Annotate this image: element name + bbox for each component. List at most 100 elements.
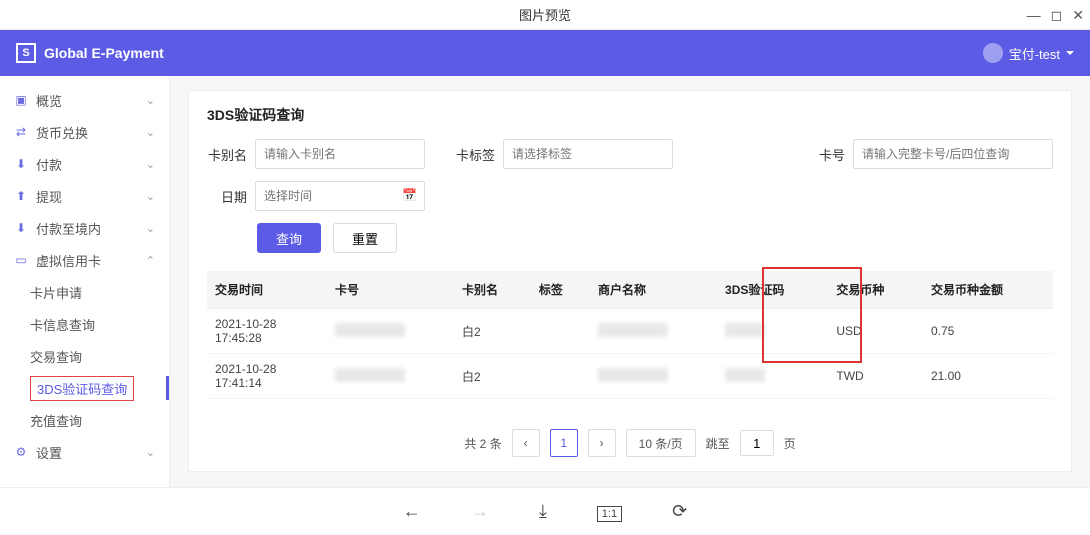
sidebar-label: 虚拟信用卡 xyxy=(36,251,101,270)
chevron-down-icon: ⌄ xyxy=(146,190,155,203)
sidebar-label: 付款 xyxy=(36,155,62,174)
redacted xyxy=(725,323,765,337)
chevron-down-icon: ⌄ xyxy=(146,94,155,107)
user-name: 宝付-test xyxy=(1009,44,1060,63)
brand[interactable]: S Global E-Payment xyxy=(16,43,164,63)
date-input[interactable] xyxy=(255,181,425,211)
form-group-date: 日期 📅 xyxy=(207,181,425,211)
cell-tag xyxy=(531,354,590,399)
table-row: 2021-10-28 17:45:28 白2 USD 0.75 xyxy=(207,309,1053,354)
sidebar-sub-label: 卡信息查询 xyxy=(30,315,95,334)
col-cardno: 卡号 xyxy=(327,271,454,309)
cell-currency: TWD xyxy=(828,354,923,399)
sidebar-sub-label: 充值查询 xyxy=(30,411,82,430)
cell-merchant xyxy=(590,309,717,354)
col-currency: 交易币种 xyxy=(828,271,923,309)
calendar-icon: 📅 xyxy=(402,188,417,202)
table-row: 2021-10-28 17:41:14 白2 TWD 21.00 xyxy=(207,354,1053,399)
reset-button[interactable]: 重置 xyxy=(333,223,397,253)
actual-size-icon[interactable]: 1:1 xyxy=(597,501,622,522)
results-table: 交易时间 卡号 卡别名 标签 商户名称 3DS验证码 交易币种 交易币种金额 2 xyxy=(207,271,1053,399)
user-menu[interactable]: 宝付-test xyxy=(983,43,1074,63)
window-controls: — ◻ ✕ xyxy=(1027,0,1084,30)
table-wrapper: 交易时间 卡号 卡别名 标签 商户名称 3DS验证码 交易币种 交易币种金额 2 xyxy=(207,271,1053,399)
sidebar-sub-3ds[interactable]: 3DS验证码查询 xyxy=(0,372,169,404)
pager-total: 共 2 条 xyxy=(464,435,501,452)
sidebar-sub-apply[interactable]: 卡片申请 xyxy=(0,276,169,308)
cell-3dscode xyxy=(717,354,828,399)
redacted xyxy=(598,323,668,337)
chevron-down-icon: ⌄ xyxy=(146,446,155,459)
cardno-label: 卡号 xyxy=(805,145,845,164)
redacted xyxy=(725,368,765,382)
maximize-icon[interactable]: ◻ xyxy=(1051,7,1063,24)
sidebar-item-domestic[interactable]: ⬇付款至境内⌄ xyxy=(0,212,169,244)
viewer-toolbar: ← → ⤓ 1:1 ⟳ xyxy=(0,487,1090,535)
alias-input[interactable] xyxy=(255,139,425,169)
pager-jump-input[interactable] xyxy=(740,430,774,456)
redacted xyxy=(598,368,668,382)
date-label: 日期 xyxy=(207,187,247,206)
sidebar-label: 付款至境内 xyxy=(36,219,101,238)
cell-amount: 21.00 xyxy=(923,354,1053,399)
date-picker[interactable]: 📅 xyxy=(255,181,425,211)
arrow-down-icon: ⬇ xyxy=(14,157,28,171)
pager-page-1[interactable]: 1 xyxy=(550,429,578,457)
pager-size-select[interactable]: 10 条/页 xyxy=(626,429,696,457)
tag-label: 卡标签 xyxy=(455,145,495,164)
sidebar-sub-recharge[interactable]: 充值查询 xyxy=(0,404,169,436)
next-icon[interactable]: → xyxy=(471,501,489,522)
content-card: 3DS验证码查询 卡别名 卡标签 卡号 日期 xyxy=(188,90,1072,472)
cardno-input[interactable] xyxy=(853,139,1053,169)
brand-name: Global E-Payment xyxy=(44,45,164,61)
form-actions: 查询 重置 xyxy=(257,223,1053,253)
cell-tag xyxy=(531,309,590,354)
col-amount: 交易币种金额 xyxy=(923,271,1053,309)
chevron-down-icon xyxy=(1066,51,1074,55)
sidebar-item-settings[interactable]: ⚙设置⌄ xyxy=(0,436,169,468)
cell-cardno xyxy=(327,354,454,399)
sidebar-item-exchange[interactable]: ⇄ 货币兑换 ⌄ xyxy=(0,116,169,148)
chevron-up-icon: ⌃ xyxy=(146,254,155,267)
search-button[interactable]: 查询 xyxy=(257,223,321,253)
window-titlebar: 图片预览 — ◻ ✕ xyxy=(0,0,1090,30)
pager-next[interactable]: › xyxy=(588,429,616,457)
sidebar-sub-label: 3DS验证码查询 xyxy=(30,376,134,401)
tag-input[interactable] xyxy=(503,139,673,169)
sidebar-item-vcard[interactable]: ▭ 虚拟信用卡 ⌃ xyxy=(0,244,169,276)
exchange-icon: ⇄ xyxy=(14,125,28,139)
alias-label: 卡别名 xyxy=(207,145,247,164)
minimize-icon[interactable]: — xyxy=(1027,7,1041,23)
sidebar-item-withdraw[interactable]: ⬆提现⌄ xyxy=(0,180,169,212)
chevron-down-icon: ⌄ xyxy=(146,126,155,139)
gear-icon: ⚙ xyxy=(14,445,28,459)
cell-amount: 0.75 xyxy=(923,309,1053,354)
arrow-down-icon: ⬇ xyxy=(14,221,28,235)
col-tag: 标签 xyxy=(531,271,590,309)
grid-icon: ▣ xyxy=(14,93,28,107)
refresh-icon[interactable]: ⟳ xyxy=(672,501,687,522)
main-content: 3DS验证码查询 卡别名 卡标签 卡号 日期 xyxy=(170,76,1090,487)
sidebar-sub-transactions[interactable]: 交易查询 xyxy=(0,340,169,372)
cell-currency: USD xyxy=(828,309,923,354)
previous-icon[interactable]: ← xyxy=(403,501,421,522)
pager-prev[interactable]: ‹ xyxy=(512,429,540,457)
sidebar-sub-label: 交易查询 xyxy=(30,347,82,366)
col-merchant: 商户名称 xyxy=(590,271,717,309)
close-icon[interactable]: ✕ xyxy=(1072,7,1084,24)
download-icon[interactable]: ⤓ xyxy=(539,501,547,522)
redacted xyxy=(335,323,405,337)
redacted xyxy=(335,368,405,382)
sidebar-item-pay[interactable]: ⬇付款⌄ xyxy=(0,148,169,180)
sidebar-label: 货币兑换 xyxy=(36,123,88,142)
col-time: 交易时间 xyxy=(207,271,327,309)
sidebar-label: 概览 xyxy=(36,91,62,110)
sidebar-item-overview[interactable]: ▣ 概览 ⌄ xyxy=(0,84,169,116)
filter-row-1: 卡别名 卡标签 卡号 xyxy=(207,139,1053,169)
card-icon: ▭ xyxy=(14,253,28,267)
window-title: 图片预览 xyxy=(519,5,571,24)
sidebar-sub-cardinfo[interactable]: 卡信息查询 xyxy=(0,308,169,340)
cell-time: 2021-10-28 17:41:14 xyxy=(207,354,327,399)
logo-icon: S xyxy=(16,43,36,63)
top-navbar: S Global E-Payment 宝付-test xyxy=(0,30,1090,76)
